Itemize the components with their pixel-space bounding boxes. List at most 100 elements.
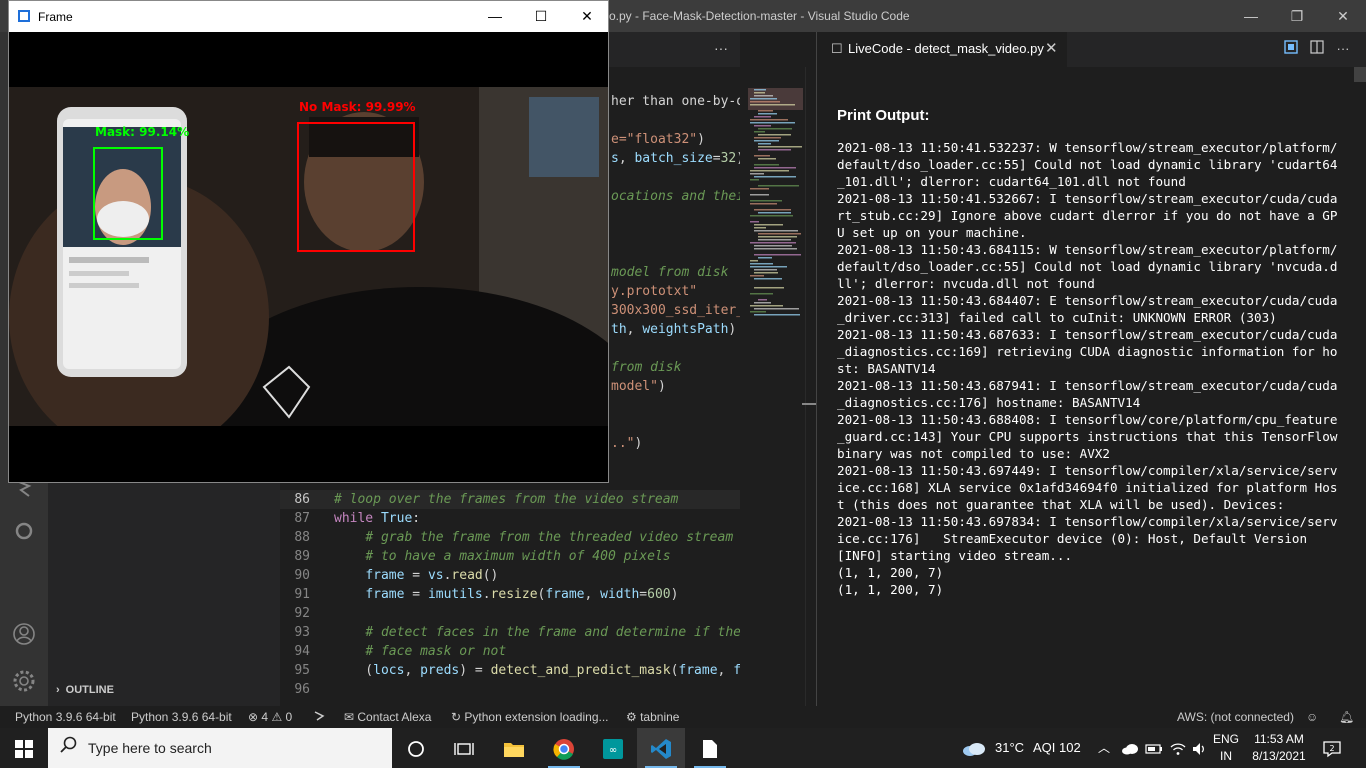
more-actions-icon[interactable]: ··· xyxy=(714,40,728,56)
code-token: her than one-by-o xyxy=(611,94,740,109)
code-token: th xyxy=(611,322,627,337)
chevron-up-icon[interactable]: ︿ xyxy=(1098,728,1110,768)
more-actions-icon[interactable]: ··· xyxy=(1334,40,1352,58)
minimap-line xyxy=(754,95,773,97)
vscode-taskbar-icon[interactable] xyxy=(637,728,685,768)
code-line[interactable]: 88 # grab the frame from the threaded vi… xyxy=(280,528,740,547)
code-line[interactable]: 86 # loop over the frames from the video … xyxy=(280,490,740,509)
input-language[interactable]: ENG IN xyxy=(1212,731,1240,765)
windows-start-button[interactable] xyxy=(0,728,48,768)
feedback-icon[interactable]: ☺ xyxy=(1306,710,1318,724)
chrome-icon[interactable] xyxy=(540,728,588,768)
code-line[interactable]: 93 # detect faces in the frame and deter… xyxy=(280,623,740,642)
cortana-icon[interactable] xyxy=(392,728,440,768)
contact-alexa-item[interactable]: ✉ Contact Alexa xyxy=(344,710,431,724)
minimap-line xyxy=(754,278,782,280)
code-text: 300x300_ssd_iter_ xyxy=(611,301,740,320)
battery-icon[interactable] xyxy=(1145,728,1163,768)
minimap-line xyxy=(750,293,773,295)
problems-indicator[interactable]: ⊗ 4 ⚠ 0 xyxy=(248,710,292,724)
code-line[interactable]: 96 xyxy=(280,680,740,699)
editor-scrollbar[interactable] xyxy=(802,67,816,706)
account-icon[interactable] xyxy=(12,622,36,646)
arduino-icon[interactable]: ∞ xyxy=(589,728,637,768)
minimap-line xyxy=(750,266,787,268)
python-extension-status[interactable]: ↻ Python extension loading... xyxy=(451,710,609,724)
output-scrollbar[interactable] xyxy=(1354,67,1366,82)
code-line[interactable]: 87 while True: xyxy=(280,509,740,528)
close-button[interactable]: ✕ xyxy=(1320,0,1366,32)
code-text: frame = imutils.resize(frame, width=600) xyxy=(334,585,678,604)
code-token: frame xyxy=(365,587,405,602)
scroll-position-marker xyxy=(802,403,816,405)
frame-titlebar[interactable]: Frame — ☐ ✕ xyxy=(9,1,608,32)
minimap-line xyxy=(754,248,797,250)
minimize-button[interactable]: — xyxy=(1228,0,1274,32)
code-line[interactable]: 92 xyxy=(280,604,740,623)
python-interpreter-1[interactable]: Python 3.9.6 64-bit xyxy=(15,710,116,724)
python-interpreter-2[interactable]: Python 3.9.6 64-bit xyxy=(131,710,232,724)
frame-window[interactable]: Frame — ☐ ✕ Mask: 99.14% No Mask: 99.99% xyxy=(8,0,609,483)
minimap-line xyxy=(750,200,782,202)
preview-toggle-icon[interactable] xyxy=(1282,40,1300,58)
task-view-icon[interactable] xyxy=(440,728,488,768)
minimap-line xyxy=(754,308,799,310)
volume-icon[interactable] xyxy=(1192,728,1208,768)
tabnine-item[interactable]: ⚙ tabnine xyxy=(626,710,679,724)
onedrive-cloud-icon[interactable] xyxy=(1121,728,1139,768)
minimap-line xyxy=(758,257,772,259)
file-explorer-icon[interactable] xyxy=(490,728,538,768)
notifications-bell-icon[interactable]: 🔔︎ xyxy=(1339,710,1354,724)
code-token: # face mask or not xyxy=(365,644,507,659)
aws-status[interactable]: AWS: (not connected) xyxy=(1177,710,1294,724)
split-editor-icon[interactable] xyxy=(1308,40,1326,58)
code-token: # to have a maximum width of 400 pixels xyxy=(365,549,671,564)
minimap-line xyxy=(758,149,791,151)
liveshare-status-icon[interactable] xyxy=(313,710,327,725)
code-line[interactable]: 90 frame = vs.read() xyxy=(280,566,740,585)
code-token: read xyxy=(451,568,483,583)
code-line[interactable]: 95 (locs, preds) = detect_and_predict_ma… xyxy=(280,661,740,680)
minimap-line xyxy=(754,164,779,166)
minimap-line xyxy=(750,104,795,106)
code-text: # detect faces in the frame and determin… xyxy=(334,623,740,642)
wifi-icon[interactable] xyxy=(1170,728,1186,768)
line-number: 89 xyxy=(294,549,310,564)
minimap-line xyxy=(758,128,792,130)
minimap-line xyxy=(754,227,766,229)
temperature[interactable]: 31°C xyxy=(995,728,1024,768)
code-line[interactable]: 94 # face mask or not xyxy=(280,642,740,661)
minimap-line xyxy=(754,125,771,127)
tabnine-icon: ⚙ xyxy=(626,710,641,724)
frame-minimize-button[interactable]: — xyxy=(472,1,518,32)
air-quality[interactable]: AQI 102 xyxy=(1033,728,1081,768)
circle-extension-icon[interactable] xyxy=(12,520,36,544)
weather-cloud-icon[interactable] xyxy=(962,728,986,768)
minimap[interactable] xyxy=(740,67,805,706)
code-line[interactable]: 91 frame = imutils.resize(frame, width=6… xyxy=(280,585,740,604)
frame-maximize-button[interactable]: ☐ xyxy=(518,1,564,32)
restore-button[interactable]: ❐ xyxy=(1274,0,1320,32)
code-line[interactable]: 89 # to have a maximum width of 400 pixe… xyxy=(280,547,740,566)
frame-close-button[interactable]: ✕ xyxy=(564,1,610,32)
close-tab-icon[interactable]: ✕ xyxy=(1045,39,1058,57)
line-number: 92 xyxy=(294,606,310,621)
notification-center-icon[interactable]: 2 xyxy=(1322,728,1342,768)
language-code: ENG xyxy=(1212,732,1239,746)
code-token: y.prototxt" xyxy=(611,284,698,299)
minimap-line xyxy=(758,113,777,115)
settings-gear-icon[interactable] xyxy=(12,669,36,693)
outline-section-header[interactable]: › OUTLINE xyxy=(56,684,114,696)
document-icon[interactable] xyxy=(686,728,734,768)
minimap-line xyxy=(758,233,801,235)
status-bar: Python 3.9.6 64-bit Python 3.9.6 64-bit … xyxy=(0,706,1366,728)
minimap-line xyxy=(754,137,781,139)
system-clock[interactable]: 11:53 AM 8/13/2021 xyxy=(1244,731,1314,765)
tab-livecode[interactable]: ☐ LiveCode - detect_mask_video.py ✕ xyxy=(817,32,1067,67)
code-text: th, weightsPath) xyxy=(611,320,736,339)
video-frame: Mask: 99.14% No Mask: 99.99% xyxy=(9,87,608,426)
taskbar-search-box[interactable]: Type here to search xyxy=(48,728,392,768)
